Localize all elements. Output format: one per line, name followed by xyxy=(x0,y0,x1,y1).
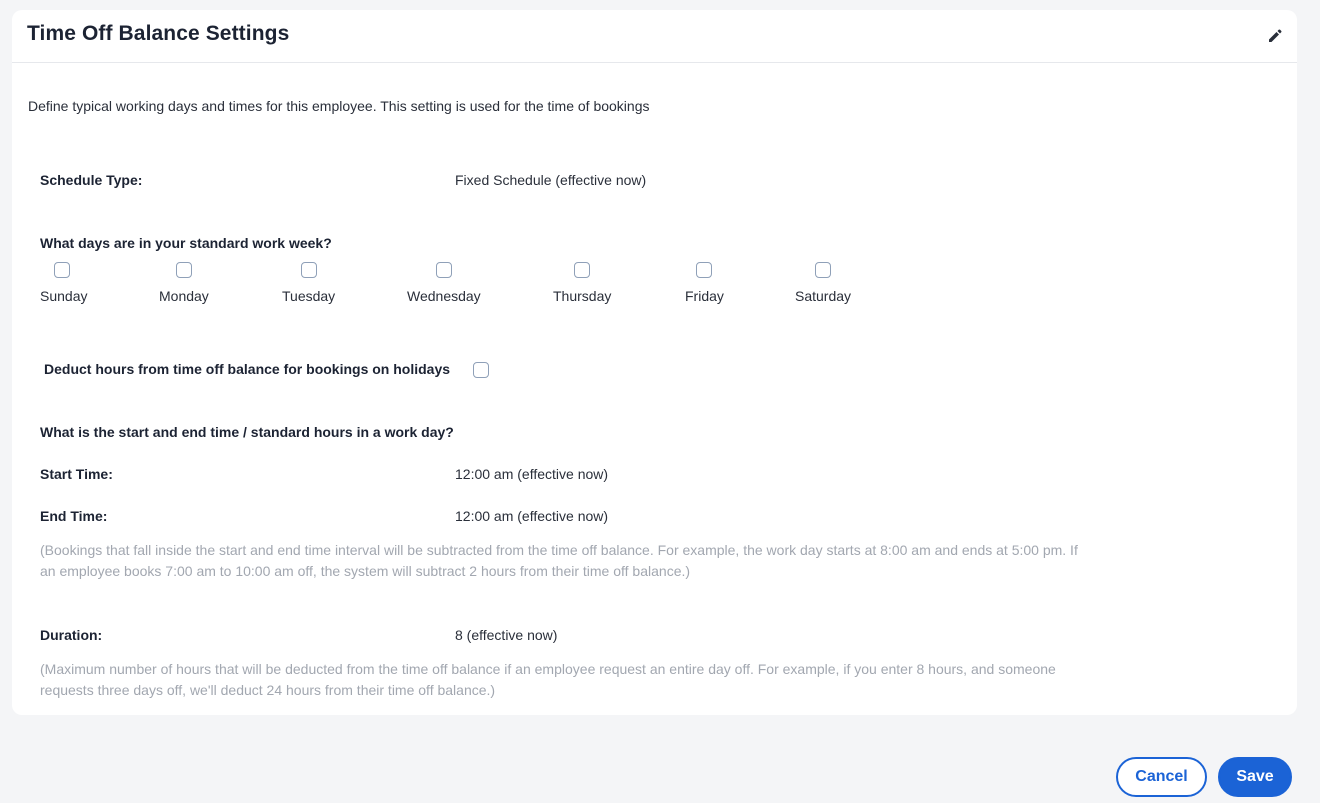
start-time-value: 12:00 am (effective now) xyxy=(455,466,609,482)
day-label-wednesday: Wednesday xyxy=(407,288,481,304)
schedule-type-value: Fixed Schedule (effective now) xyxy=(455,172,647,188)
day-checkbox-tuesday[interactable] xyxy=(300,262,317,278)
holidays-label: Deduct hours from time off balance for b… xyxy=(44,361,451,377)
edit-button[interactable] xyxy=(1265,26,1285,46)
day-wednesday: Wednesday xyxy=(407,262,481,304)
day-label-thursday: Thursday xyxy=(553,288,612,304)
day-thursday: Thursday xyxy=(553,262,611,304)
duration-help-text: (Maximum number of hours that will be de… xyxy=(40,661,1056,698)
start-time-label: Start Time: xyxy=(40,466,113,482)
duration-label: Duration: xyxy=(40,627,103,643)
day-monday: Monday xyxy=(159,262,209,304)
page-title: Time Off Balance Settings xyxy=(27,22,290,45)
work-day-question: What is the start and end time / standar… xyxy=(40,424,454,440)
end-time-value: 12:00 am (effective now) xyxy=(455,508,609,524)
day-checkbox-thursday[interactable] xyxy=(574,262,591,278)
day-checkbox-sunday[interactable] xyxy=(54,262,70,278)
day-sunday: Sunday xyxy=(40,262,87,304)
end-time-label: End Time: xyxy=(40,508,108,524)
pencil-icon xyxy=(1269,29,1282,42)
duration-value: 8 (effective now) xyxy=(455,627,558,643)
day-tuesday: Tuesday xyxy=(282,262,335,304)
day-saturday: Saturday xyxy=(795,262,851,304)
day-friday: Friday xyxy=(685,262,724,304)
day-checkbox-monday[interactable] xyxy=(175,262,192,278)
day-checkbox-friday[interactable] xyxy=(696,262,713,278)
holidays-checkbox[interactable] xyxy=(473,362,489,378)
day-label-monday: Monday xyxy=(159,288,209,304)
day-checkbox-wednesday[interactable] xyxy=(435,262,452,278)
save-button[interactable]: Save xyxy=(1218,757,1292,797)
card-header: Time Off Balance Settings xyxy=(12,10,1297,63)
cancel-button[interactable]: Cancel xyxy=(1116,757,1207,797)
intro-text: Define typical working days and times fo… xyxy=(28,98,650,114)
schedule-type-label: Schedule Type: xyxy=(40,172,143,188)
work-day-help-text: (Bookings that fall inside the start and… xyxy=(40,542,1078,579)
day-label-tuesday: Tuesday xyxy=(282,288,336,304)
work-week-question: What days are in your standard work week… xyxy=(40,235,332,251)
day-label-saturday: Saturday xyxy=(795,288,852,304)
day-checkbox-saturday[interactable] xyxy=(815,262,832,278)
day-label-sunday: Sunday xyxy=(40,288,88,304)
day-label-friday: Friday xyxy=(685,288,724,304)
